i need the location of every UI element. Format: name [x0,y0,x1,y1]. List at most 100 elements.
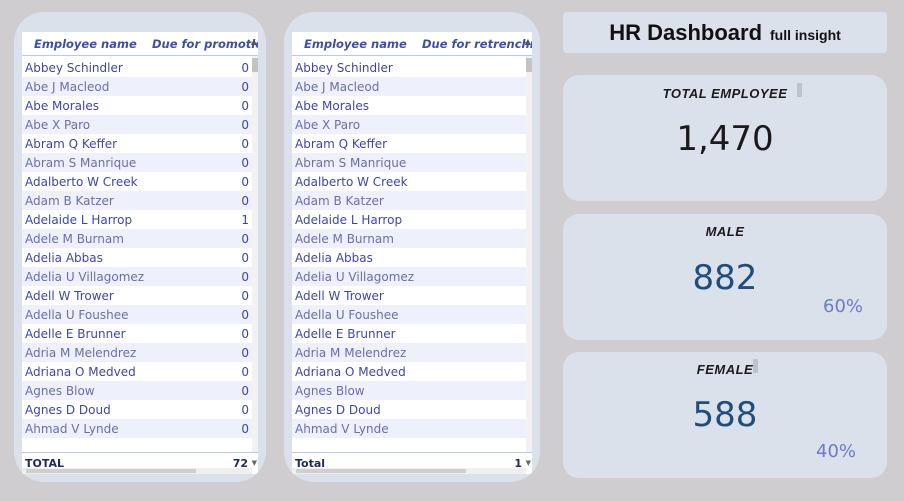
employee-name-cell: Adria M Melendrez [25,345,137,360]
column-header-employee-name[interactable]: Employee name [22,37,148,51]
employee-name-cell: Abram S Manrique [25,155,137,170]
table-row[interactable]: Abram Q Keffer 0 [22,134,252,153]
employee-name-cell: Abe Morales [295,98,369,113]
employee-name-cell: Agnes D Doud [295,402,381,417]
scrollbar-thumb[interactable] [526,58,532,72]
scroll-caret-icon[interactable]: ▼ [252,459,257,467]
employee-name-cell: Adriana O Medved [295,364,406,379]
value-cell: 0 [241,307,249,322]
table-row[interactable]: Adelia Abbas [292,248,526,267]
table-row[interactable]: Adele M Burnam 0 [22,229,252,248]
table-row[interactable]: Adalberto W Creek 0 [22,172,252,191]
table-row[interactable]: Ahmad V Lynde [292,419,526,438]
value-cell: 0 [241,326,249,341]
table-row[interactable]: Adella U Foushee 0 [22,305,252,324]
promotion-table-panel: Employee name Due for promotion ▲ Abbey … [14,12,266,482]
table-row[interactable]: Adam B Katzer 0 [22,191,252,210]
horizontal-scrollbar[interactable] [292,468,526,474]
table-row[interactable]: Abe X Paro 0 [22,115,252,134]
table-row[interactable]: Abe J Macleod [292,77,526,96]
table-total-row: TOTAL 72 ▼ [22,452,258,474]
table-row[interactable]: Adelia U Villagomez [292,267,526,286]
table-row[interactable]: Adelaide L Harrop 1 [22,210,252,229]
value-cell: 0 [241,288,249,303]
employee-name-cell: Adriana O Medved [25,364,136,379]
kpi-percent-male: 60% [823,296,864,317]
table-row[interactable]: Adele M Burnam [292,229,526,248]
table-row[interactable]: Adria M Melendrez 0 [22,343,252,362]
sort-caret-icon[interactable]: ▲ [525,37,531,46]
kpi-label: TOTAL EMPLOYEE [662,86,788,101]
table-header: Employee name Due for retrenchme ▲ [292,32,532,56]
table-row[interactable]: Abe Morales 0 [22,96,252,115]
kpi-label: MALE [705,224,745,239]
table-row[interactable]: Abe Morales [292,96,526,115]
employee-name-cell: Abbey Schindler [295,60,393,75]
table-row[interactable]: Abe J Macleod 0 [22,77,252,96]
employee-name-cell: Ahmad V Lynde [25,421,119,436]
table-row[interactable]: Adria M Melendrez [292,343,526,362]
scrollbar-thumb[interactable] [26,469,196,473]
employee-name-cell: Agnes Blow [25,383,95,398]
value-cell: 0 [241,193,249,208]
employee-name-cell: Adelia U Villagomez [25,269,145,284]
table-row[interactable]: Adam B Katzer [292,191,526,210]
female-card: FEMALE 588 40% [563,352,887,478]
table-row[interactable]: Agnes Blow 0 [22,381,252,400]
employee-name-cell: Adell W Trower [25,288,114,303]
column-header-due-for-promotion[interactable]: Due for promotion [148,37,258,51]
kpi-value-total: 1,470 [676,119,774,159]
vertical-scrollbar[interactable] [526,56,532,452]
table-row[interactable]: Abram S Manrique [292,153,526,172]
table-row[interactable]: Abbey Schindler 0 [22,58,252,77]
table-row[interactable]: Ahmad V Lynde 0 [22,419,252,438]
employee-name-cell: Adella U Foushee [25,307,129,322]
vertical-scrollbar[interactable] [252,56,258,452]
table-row[interactable]: Adriana O Medved 0 [22,362,252,381]
value-cell: 0 [241,136,249,151]
scroll-caret-icon[interactable]: ▼ [526,459,531,467]
retrenchment-table: Employee name Due for retrenchme ▲ Abbey… [292,32,532,474]
value-cell: 0 [241,269,249,284]
dashboard-title: HR Dashboard [609,19,763,45]
scrollbar-thumb[interactable] [252,58,258,72]
table-row[interactable]: Abbey Schindler [292,58,526,77]
table-row[interactable]: Abram Q Keffer [292,134,526,153]
kpi-value-female: 588 [692,395,758,435]
table-row[interactable]: Adelaide L Harrop [292,210,526,229]
table-row[interactable]: Agnes D Doud 0 [22,400,252,419]
column-header-employee-name[interactable]: Employee name [292,37,418,51]
employee-name-cell: Adam B Katzer [295,193,384,208]
employee-name-cell: Adelia U Villagomez [295,269,415,284]
table-row[interactable]: Agnes D Doud [292,400,526,419]
value-cell: 0 [241,364,249,379]
value-cell: 0 [241,155,249,170]
table-row[interactable]: Adell W Trower [292,286,526,305]
employee-name-cell: Agnes Blow [295,383,365,398]
value-cell: 0 [241,383,249,398]
column-header-due-for-retrenchment[interactable]: Due for retrenchme [418,37,532,51]
value-cell: 1 [241,212,249,227]
table-row[interactable]: Adella U Foushee [292,305,526,324]
table-row[interactable]: Abe X Paro [292,115,526,134]
employee-name-cell: Adelaide L Harrop [295,212,403,227]
table-body: Abbey Schindler Abe J Macleod Abe Morales A… [292,58,526,452]
table-row[interactable]: Adelle E Brunner [292,324,526,343]
employee-name-cell: Agnes D Doud [25,402,111,417]
kpi-value-male: 882 [692,258,758,298]
scrollbar-thumb[interactable] [296,469,466,473]
table-row[interactable]: Adelia Abbas 0 [22,248,252,267]
horizontal-scrollbar[interactable] [22,468,252,474]
table-row[interactable]: Abram S Manrique 0 [22,153,252,172]
table-row[interactable]: Agnes Blow [292,381,526,400]
sort-caret-icon[interactable]: ▲ [251,37,257,46]
table-header: Employee name Due for promotion ▲ [22,32,258,56]
table-row[interactable]: Adell W Trower 0 [22,286,252,305]
value-cell: 0 [241,402,249,417]
table-row[interactable]: Adriana O Medved [292,362,526,381]
table-row[interactable]: Adelle E Brunner 0 [22,324,252,343]
table-row[interactable]: Adalberto W Creek [292,172,526,191]
employee-name-cell: Adria M Melendrez [295,345,407,360]
employee-name-cell: Abe X Paro [295,117,361,132]
table-row[interactable]: Adelia U Villagomez 0 [22,267,252,286]
